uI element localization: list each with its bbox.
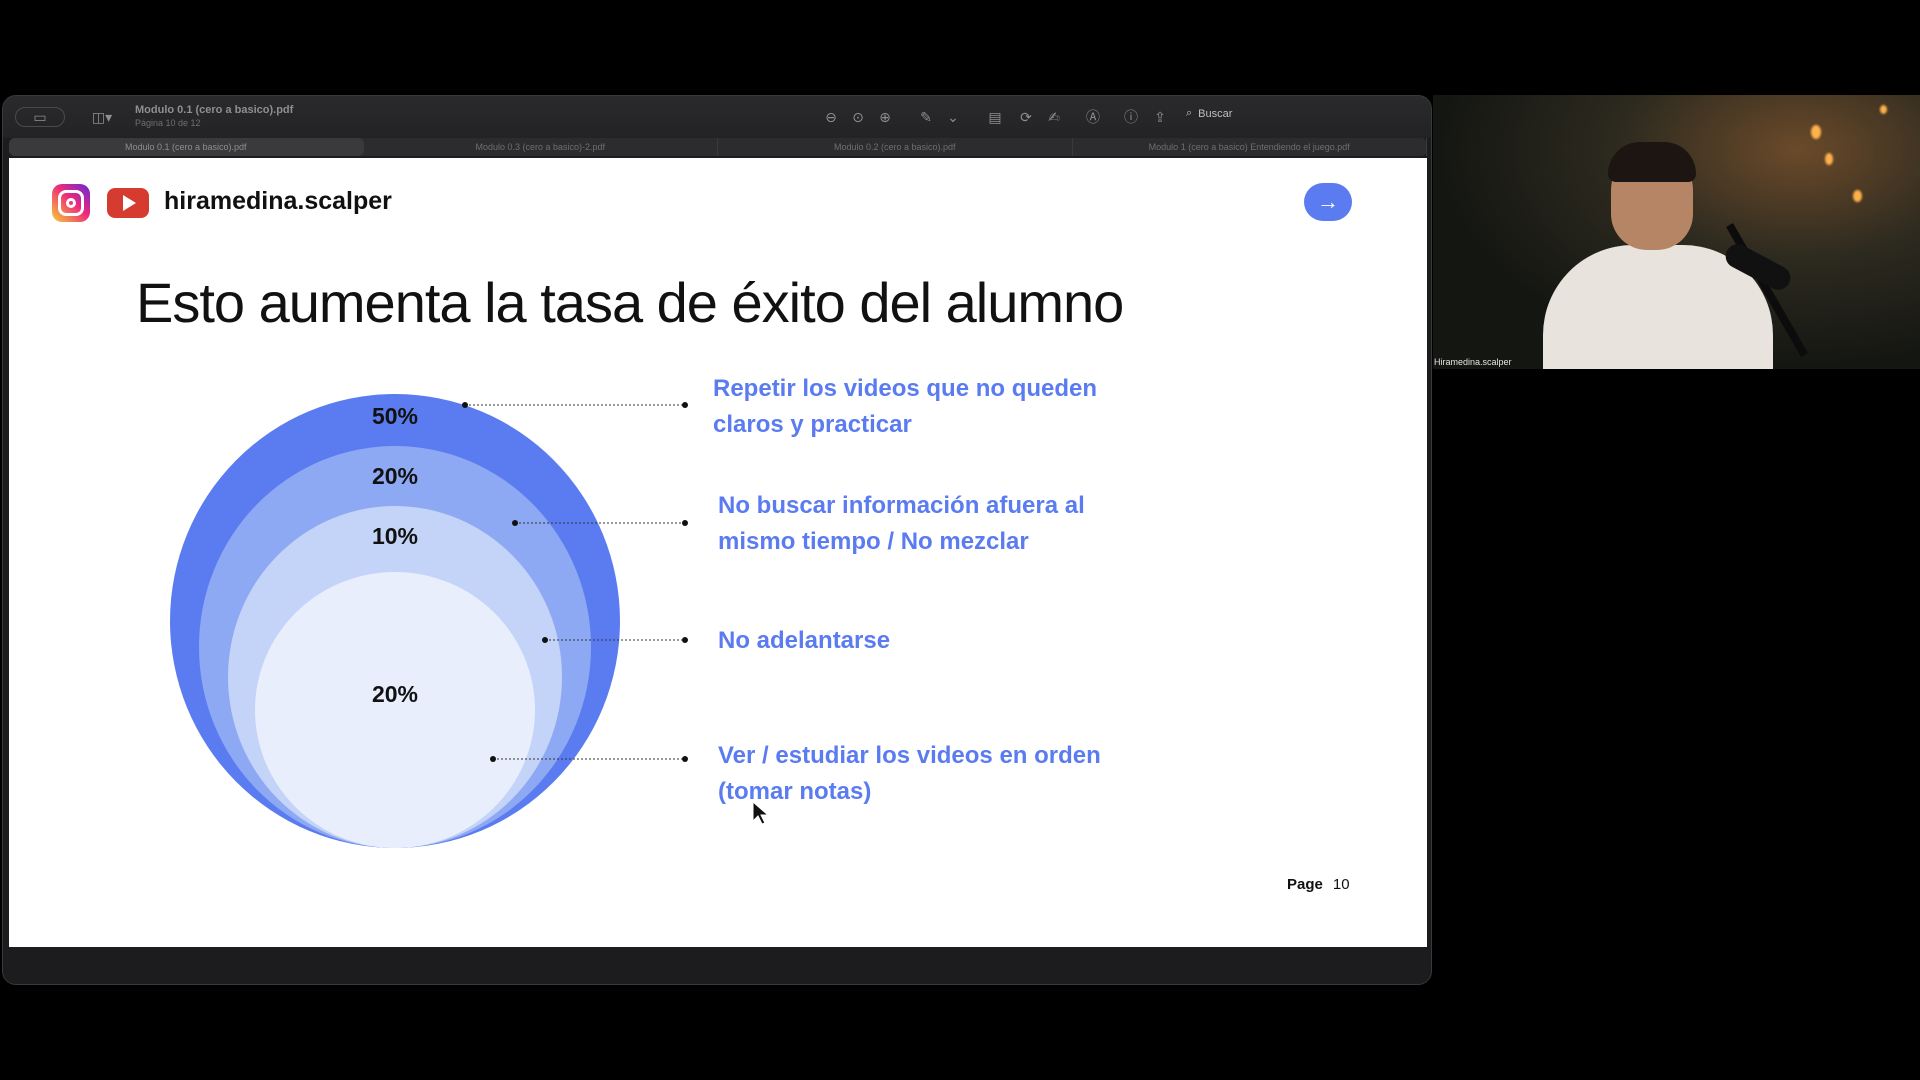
item-line: No buscar información afuera al xyxy=(718,492,1085,519)
percent-label: 20% xyxy=(372,463,418,489)
markup-pen-icon[interactable]: ✎ xyxy=(916,107,936,127)
window-controls-button[interactable]: ▭ xyxy=(15,107,65,127)
search-icon: ⌕ xyxy=(1186,107,1193,119)
annotate-icon[interactable]: Ⓐ xyxy=(1083,107,1103,127)
percent-label: 20% xyxy=(372,681,418,707)
connector-dot xyxy=(512,520,518,526)
presenter-hair xyxy=(1608,142,1696,182)
item-line: No adelantarse xyxy=(718,627,891,654)
background-light xyxy=(1811,125,1821,139)
viewer-bottom-bar xyxy=(3,947,1431,984)
rotate-icon[interactable]: ⟳ xyxy=(1016,107,1036,127)
item-line: claros y practicar xyxy=(713,411,912,438)
percent-label: 10% xyxy=(372,523,418,549)
background-light xyxy=(1825,153,1833,165)
connector-dot xyxy=(682,756,688,762)
tab-modulo-0-2[interactable]: Modulo 0.2 (cero a basico).pdf xyxy=(718,138,1073,156)
tab-modulo-0-1[interactable]: Modulo 0.1 (cero a basico).pdf xyxy=(9,138,364,156)
webcam-feed xyxy=(1433,95,1920,369)
signature-icon[interactable]: ✍ xyxy=(1043,107,1065,127)
item-label-2: No buscar información afuera al mismo ti… xyxy=(718,488,1085,560)
page-value: 10 xyxy=(1332,876,1350,893)
connector-dot xyxy=(542,637,548,643)
info-icon[interactable]: ⓘ xyxy=(1123,107,1139,127)
connector-dot xyxy=(682,402,688,408)
pdf-viewer-window: ▭ ◫▾ Modulo 0.1 (cero a basico).pdf Pági… xyxy=(2,95,1432,985)
document-title: Modulo 0.1 (cero a basico).pdf xyxy=(135,104,294,116)
zoom-fit-icon[interactable]: ⊙ xyxy=(848,107,868,127)
chevron-down-icon[interactable]: ⌄ xyxy=(943,107,963,127)
zoom-in-icon[interactable]: ⊕ xyxy=(875,107,895,127)
item-label-4: Ver / estudiar los videos en orden (toma… xyxy=(718,738,1101,810)
slide-page: hiramedina.scalper → Esto aumenta la tas… xyxy=(9,158,1427,947)
search-field[interactable]: ⌕ Buscar xyxy=(1186,107,1232,120)
page-label: Page xyxy=(1287,876,1323,893)
page-indicator: Página 10 de 12 xyxy=(135,118,201,128)
background-light xyxy=(1880,105,1887,114)
page-number: Page 10 xyxy=(1287,876,1350,893)
screen: ▭ ◫▾ Modulo 0.1 (cero a basico).pdf Pági… xyxy=(0,0,1920,1080)
item-line: mismo tiempo / No mezclar xyxy=(718,528,1029,555)
item-line: (tomar notas) xyxy=(718,778,872,805)
item-line: Ver / estudiar los videos en orden xyxy=(718,742,1101,769)
search-label: Buscar xyxy=(1198,107,1233,120)
viewer-toolbar: ▭ ◫▾ Modulo 0.1 (cero a basico).pdf Pági… xyxy=(3,96,1431,138)
connector-dot xyxy=(682,637,688,643)
zoom-out-icon[interactable]: ⊖ xyxy=(821,107,841,127)
item-label-1: Repetir los videos que no queden claros … xyxy=(713,371,1097,443)
share-icon[interactable]: ⇪ xyxy=(1150,107,1170,127)
sidebar-toggle-icon[interactable]: ◫▾ xyxy=(85,107,119,127)
connector-dot xyxy=(490,756,496,762)
tab-modulo-0-3[interactable]: Modulo 0.3 (cero a basico)-2.pdf xyxy=(364,138,718,156)
background-light xyxy=(1853,190,1862,202)
participant-name: Hiramedina.scalper xyxy=(1434,357,1512,367)
item-line: Repetir los videos que no queden xyxy=(713,375,1098,402)
document-tabs: Modulo 0.1 (cero a basico).pdf Modulo 0.… xyxy=(9,138,1427,156)
text-box-icon[interactable]: ▤ xyxy=(985,107,1005,127)
connector-dot xyxy=(682,520,688,526)
item-label-3: No adelantarse xyxy=(718,623,890,659)
connector-dot xyxy=(462,402,468,408)
percent-label: 50% xyxy=(372,403,418,429)
circle-inner xyxy=(255,572,535,848)
tab-modulo-1[interactable]: Modulo 1 (cero a basico) Entendiendo el … xyxy=(1073,138,1427,156)
